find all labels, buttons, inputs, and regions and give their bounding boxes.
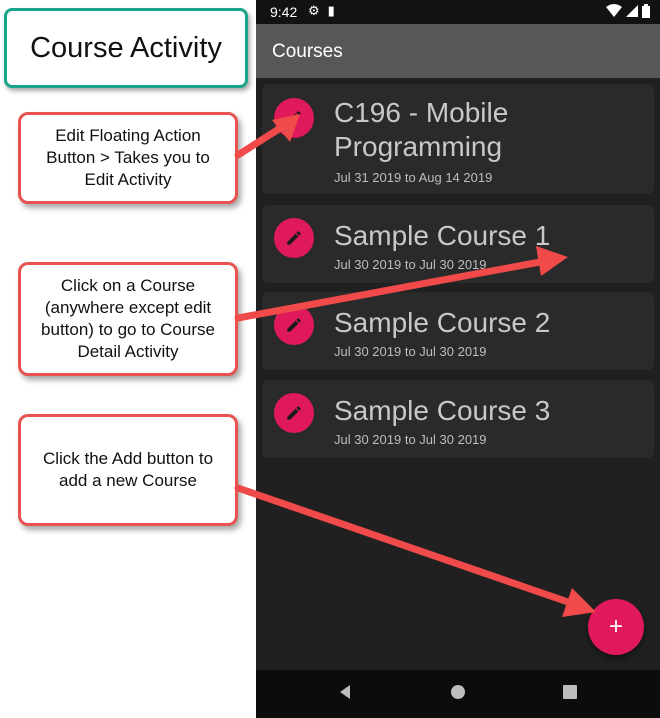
callout-edit-fab: Edit Floating Action Button > Takes you … — [18, 112, 238, 204]
course-dates: Jul 30 2019 to Jul 30 2019 — [334, 344, 487, 359]
course-card-1[interactable]: Sample Course 1 Jul 30 2019 to Jul 30 20… — [262, 205, 654, 283]
settings-icon: ⚙ — [308, 3, 320, 18]
app-title: Courses — [272, 41, 343, 62]
callout-add-button: Click the Add button to add a new Course — [18, 414, 238, 526]
recents-icon[interactable] — [562, 684, 578, 700]
course-title: Sample Course 1 — [334, 220, 551, 251]
pencil-icon — [287, 111, 301, 125]
annotation-title: Course Activity — [4, 8, 248, 88]
signal-icon — [626, 5, 638, 17]
sd-card-icon: ▮ — [327, 3, 335, 18]
course-card-3[interactable]: Sample Course 3 Jul 30 2019 to Jul 30 20… — [262, 380, 654, 458]
course-title: Sample Course 3 — [334, 395, 551, 426]
add-course-button[interactable]: + — [588, 599, 644, 655]
plus-icon: + — [608, 613, 623, 640]
edit-course-button[interactable] — [274, 218, 314, 258]
course-title: Sample Course 2 — [334, 307, 551, 338]
course-dates: Jul 30 2019 to Jul 30 2019 — [334, 432, 487, 447]
pencil-icon — [287, 231, 301, 245]
edit-course-button[interactable] — [274, 305, 314, 345]
course-card-2[interactable]: Sample Course 2 Jul 30 2019 to Jul 30 20… — [262, 292, 654, 370]
phone-screen: 9:42 ⚙ ▮ Courses C196 - Mobile Programmi… — [256, 0, 660, 718]
pencil-icon — [287, 406, 301, 420]
status-bar: 9:42 ⚙ ▮ — [256, 0, 660, 24]
edit-course-button[interactable] — [274, 393, 314, 433]
course-dates: Jul 31 2019 to Aug 14 2019 — [334, 170, 493, 185]
home-icon[interactable] — [450, 684, 466, 700]
navigation-bar — [256, 670, 660, 718]
pencil-icon — [287, 318, 301, 332]
wifi-icon — [606, 4, 622, 17]
edit-course-button[interactable] — [274, 98, 314, 138]
course-card-0[interactable]: C196 - Mobile Programming Jul 31 2019 to… — [262, 84, 654, 194]
battery-icon — [642, 4, 650, 18]
back-icon[interactable] — [338, 684, 352, 700]
callout-course-click: Click on a Course (anywhere except edit … — [18, 262, 238, 376]
app-bar: Courses — [256, 24, 660, 78]
course-title: C196 - Mobile Programming — [334, 97, 509, 162]
course-dates: Jul 30 2019 to Jul 30 2019 — [334, 257, 487, 272]
status-time: 9:42 — [270, 4, 298, 20]
